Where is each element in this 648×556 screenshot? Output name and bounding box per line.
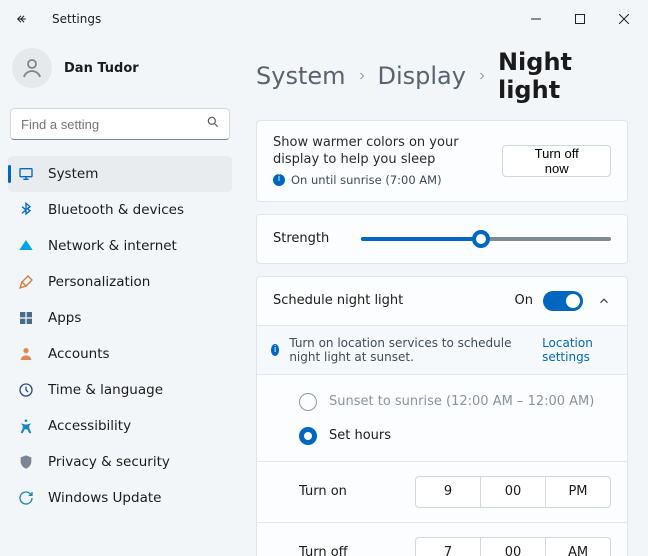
schedule-state: On: [515, 293, 533, 308]
sidebar-item-label: Privacy & security: [48, 454, 170, 470]
info-icon: i: [271, 344, 279, 356]
turn-on-ampm[interactable]: PM: [546, 476, 611, 508]
update-icon: [18, 490, 34, 506]
user-panel[interactable]: Dan Tudor: [8, 44, 232, 102]
option-sunset-label: Sunset to sunrise (12:00 AM – 12:00 AM): [329, 394, 594, 409]
search-box[interactable]: [10, 108, 230, 140]
sidebar-item-label: System: [48, 166, 98, 182]
option-set-hours[interactable]: Set hours: [299, 419, 619, 453]
chevron-right-icon: [476, 70, 488, 82]
schedule-toggle[interactable]: [543, 291, 583, 311]
time-section: Turn on 9 00 PM Turn off 7 00 AM: [257, 461, 627, 556]
turn-off-minute[interactable]: 00: [481, 537, 546, 556]
breadcrumb: System Display Night light: [256, 44, 628, 120]
option-sunset[interactable]: Sunset to sunrise (12:00 AM – 12:00 AM): [299, 385, 619, 419]
close-button[interactable]: [602, 3, 646, 35]
radio-icon: [299, 393, 317, 411]
sidebar-item-label: Time & language: [48, 382, 163, 398]
night-light-intro-card: Show warmer colors on your display to he…: [256, 120, 628, 202]
turn-on-hour[interactable]: 9: [415, 476, 481, 508]
turn-off-hour[interactable]: 7: [415, 537, 481, 556]
clock-icon: [18, 382, 34, 398]
strength-label: Strength: [273, 231, 329, 246]
main-content: System Display Night light Show warmer c…: [240, 38, 648, 556]
turn-off-row: Turn off 7 00 AM: [257, 522, 627, 556]
sidebar-item-accounts[interactable]: Accounts: [8, 336, 232, 372]
sidebar-item-network[interactable]: Network & internet: [8, 228, 232, 264]
sidebar: Dan Tudor System Bluetooth & devices Netwo…: [0, 38, 240, 556]
turn-on-label: Turn on: [299, 484, 409, 499]
person-icon: [18, 346, 34, 362]
maximize-button[interactable]: [558, 3, 602, 35]
breadcrumb-display[interactable]: Display: [378, 62, 466, 90]
sidebar-item-apps[interactable]: Apps: [8, 300, 232, 336]
bluetooth-icon: [18, 202, 34, 218]
back-button[interactable]: [16, 13, 28, 25]
sidebar-item-label: Apps: [48, 310, 81, 326]
sidebar-item-time[interactable]: Time & language: [8, 372, 232, 408]
sidebar-item-label: Personalization: [48, 274, 150, 290]
brush-icon: [18, 274, 34, 290]
sidebar-item-personalization[interactable]: Personalization: [8, 264, 232, 300]
sidebar-item-bluetooth[interactable]: Bluetooth & devices: [8, 192, 232, 228]
turn-on-minute[interactable]: 00: [481, 476, 546, 508]
schedule-label: Schedule night light: [273, 293, 403, 308]
strength-card: Strength: [256, 214, 628, 264]
search-input[interactable]: [10, 108, 230, 140]
slider-thumb[interactable]: [472, 230, 490, 248]
accessibility-icon: [18, 418, 34, 434]
turn-off-ampm[interactable]: AM: [546, 537, 611, 556]
intro-text: Show warmer colors on your display to he…: [273, 135, 490, 169]
option-set-hours-label: Set hours: [329, 428, 391, 443]
info-icon: i: [273, 174, 285, 186]
apps-icon: [18, 310, 34, 326]
sidebar-item-label: Bluetooth & devices: [48, 202, 184, 218]
user-name: Dan Tudor: [64, 61, 139, 76]
location-settings-link[interactable]: Location settings: [542, 336, 613, 364]
sidebar-item-update[interactable]: Windows Update: [8, 480, 232, 516]
sidebar-item-label: Accessibility: [48, 418, 131, 434]
sidebar-nav: System Bluetooth & devices Network & inter…: [8, 156, 232, 516]
sidebar-item-accessibility[interactable]: Accessibility: [8, 408, 232, 444]
sidebar-item-system[interactable]: System: [8, 156, 232, 192]
window-title: Settings: [52, 12, 101, 26]
shield-icon: [18, 454, 34, 470]
sidebar-item-label: Windows Update: [48, 490, 161, 506]
radio-icon: [299, 427, 317, 445]
sidebar-item-privacy[interactable]: Privacy & security: [8, 444, 232, 480]
minimize-button[interactable]: [514, 3, 558, 35]
chevron-up-icon[interactable]: [597, 294, 611, 308]
sidebar-item-label: Accounts: [48, 346, 110, 362]
wifi-icon: [18, 238, 34, 254]
banner-text: Turn on location services to schedule ni…: [289, 336, 532, 364]
breadcrumb-system[interactable]: System: [256, 62, 346, 90]
turn-on-row: Turn on 9 00 PM: [257, 462, 627, 522]
schedule-options: Sunset to sunrise (12:00 AM – 12:00 AM) …: [257, 375, 627, 461]
avatar: [12, 48, 52, 88]
titlebar: Settings: [0, 0, 648, 38]
breadcrumb-current: Night light: [498, 48, 628, 104]
intro-status: On until sunrise (7:00 AM): [291, 173, 442, 187]
strength-slider[interactable]: [361, 229, 611, 249]
schedule-card: Schedule night light On i Turn on locati…: [256, 276, 628, 556]
turn-off-label: Turn off: [299, 545, 409, 556]
chevron-right-icon: [356, 70, 368, 82]
monitor-icon: [18, 166, 34, 182]
turn-off-now-button[interactable]: Turn off now: [502, 145, 611, 177]
location-banner: i Turn on location services to schedule …: [257, 325, 627, 375]
sidebar-item-label: Network & internet: [48, 238, 177, 254]
